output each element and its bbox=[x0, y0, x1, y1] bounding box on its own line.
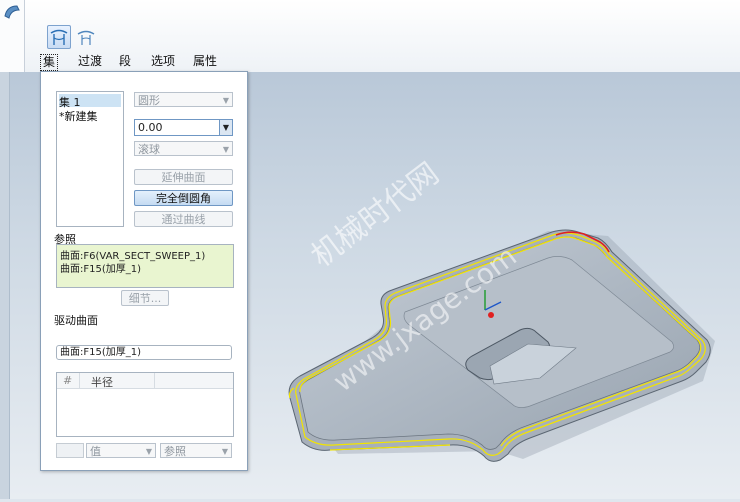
column-index: # bbox=[63, 374, 73, 387]
radius-input[interactable]: 0.00 ▼ bbox=[134, 119, 233, 136]
app-logo-icon bbox=[4, 5, 20, 19]
chevron-down-icon: ▼ bbox=[222, 145, 229, 154]
dashboard-ribbon bbox=[0, 0, 740, 73]
tab-options[interactable]: 选项 bbox=[149, 54, 177, 69]
radius-table[interactable]: # 半径 bbox=[56, 372, 234, 437]
value-combo[interactable]: 值 ▼ bbox=[86, 443, 156, 458]
set-list-item-selected[interactable]: 集 1 bbox=[59, 94, 121, 109]
references-collector[interactable]: 曲面:F6(VAR_SECT_SWEEP_1) 曲面:F15(加厚_1) bbox=[56, 244, 234, 288]
new-set-item[interactable]: *新建集 bbox=[59, 108, 98, 124]
set-list[interactable]: 集 1 *新建集 bbox=[56, 91, 124, 227]
chevron-down-icon: ▼ bbox=[222, 96, 229, 105]
method-combo[interactable]: 滚球 ▼ bbox=[134, 141, 233, 156]
chevron-down-icon: ▼ bbox=[145, 447, 152, 456]
radius-table-header: # 半径 bbox=[57, 373, 233, 389]
tab-properties[interactable]: 属性 bbox=[191, 54, 219, 69]
tab-transitions[interactable]: 过渡 bbox=[76, 54, 104, 69]
column-divider bbox=[79, 373, 80, 388]
column-radius: 半径 bbox=[91, 376, 113, 389]
reference-combo-label: 参照 bbox=[164, 445, 186, 458]
column-divider bbox=[154, 373, 155, 388]
extend-surfaces-button[interactable]: 延伸曲面 bbox=[134, 169, 233, 185]
viewport-left-edge bbox=[0, 72, 10, 499]
sets-panel: 集 1 *新建集 圆形 ▼ 0.00 ▼ 滚球 ▼ 延伸曲面 完全倒圆角 通过曲线 … bbox=[40, 71, 248, 471]
radius-input-value: 0.00 bbox=[138, 121, 163, 134]
chevron-down-icon[interactable]: ▼ bbox=[219, 120, 232, 135]
reference-item: 曲面:F15(加厚_1) bbox=[60, 264, 142, 275]
reference-combo[interactable]: 参照 ▼ bbox=[160, 443, 232, 458]
driving-surface-label: 驱动曲面 bbox=[54, 314, 98, 327]
chevron-down-icon: ▼ bbox=[221, 447, 228, 456]
driving-surface-collector[interactable]: 曲面:F15(加厚_1) bbox=[56, 345, 232, 360]
method-combo-value: 滚球 bbox=[138, 143, 160, 156]
value-swatch bbox=[56, 443, 84, 458]
value-combo-label: 值 bbox=[90, 445, 101, 458]
full-round-button[interactable]: 完全倒圆角 bbox=[134, 190, 233, 206]
tab-segments[interactable]: 段 bbox=[117, 54, 133, 69]
shape-combo[interactable]: 圆形 ▼ bbox=[134, 92, 233, 107]
through-curve-button[interactable]: 通过曲线 bbox=[134, 211, 233, 227]
tab-sets[interactable]: 集 bbox=[40, 54, 59, 71]
variable-round-icon[interactable] bbox=[74, 25, 98, 49]
details-button[interactable]: 细节... bbox=[121, 290, 169, 306]
rolling-ball-round-icon[interactable] bbox=[47, 25, 71, 49]
shape-combo-value: 圆形 bbox=[138, 94, 160, 107]
app-corner bbox=[0, 0, 25, 72]
